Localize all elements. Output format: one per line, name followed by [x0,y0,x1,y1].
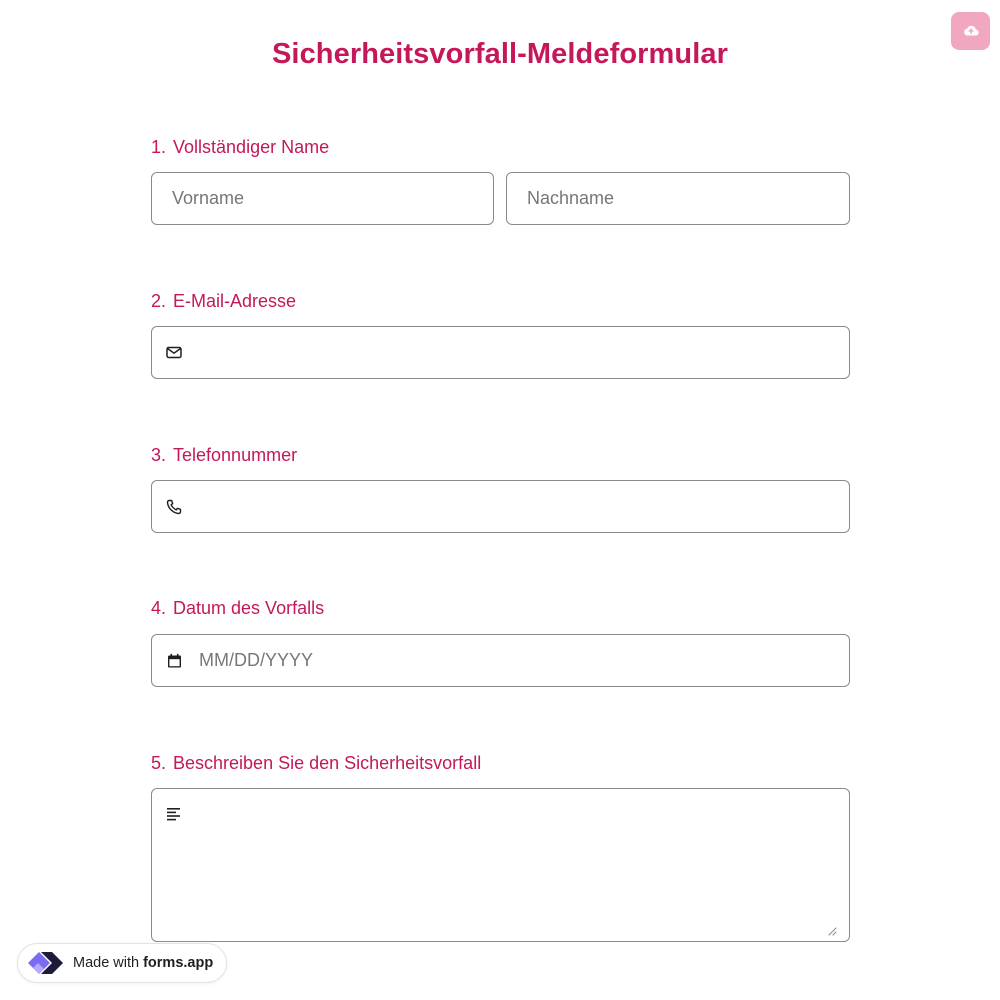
calendar-icon[interactable] [165,652,183,670]
phone-input[interactable] [152,496,849,517]
phone-icon [165,498,183,516]
first-name-input[interactable] [152,188,493,209]
cloud-upload-icon [963,24,979,39]
question-5-number: 5. [151,753,167,773]
form-title: Sicherheitsvorfall-Meldeformular [271,38,729,70]
last-name-field [506,172,850,225]
first-name-field [151,172,494,225]
last-name-input[interactable] [507,188,849,209]
date-field [151,634,850,687]
email-field [151,326,850,379]
question-4-number: 4. [151,598,167,618]
resize-handle-icon[interactable] [827,923,837,936]
description-textarea[interactable] [199,803,829,927]
phone-field [151,480,850,533]
question-2-text: E-Mail-Adresse [173,291,297,311]
description-field [151,788,850,942]
question-3-text: Telefonnummer [173,445,298,465]
envelope-icon [165,344,183,362]
question-4-label: 4. Datum des Vorfalls [151,598,324,619]
question-4-text: Datum des Vorfalls [173,598,325,618]
question-2-label: 2. E-Mail-Adresse [151,291,296,312]
form-page: Sicherheitsvorfall-Meldeformular 1. Volls… [0,0,1000,1000]
question-5-text: Beschreiben Sie den Sicherheitsvorfall [173,753,482,773]
question-1-text: Vollständiger Name [173,137,330,157]
email-input[interactable] [152,342,849,363]
question-3-label: 3. Telefonnummer [151,445,297,466]
question-1-label: 1. Vollständiger Name [151,137,329,158]
made-with-text: Made with [73,955,140,971]
date-input[interactable] [152,650,849,671]
text-align-left-icon [166,807,184,825]
brand-name: forms.app [143,955,214,971]
made-with-forms-app-badge[interactable]: Made with forms.app [17,943,227,983]
question-2-number: 2. [151,291,167,311]
question-3-number: 3. [151,445,167,465]
question-1-number: 1. [151,137,167,157]
question-5-label: 5. Beschreiben Sie den Sicherheitsvorfall [151,753,481,774]
forms-app-logo [26,946,66,980]
